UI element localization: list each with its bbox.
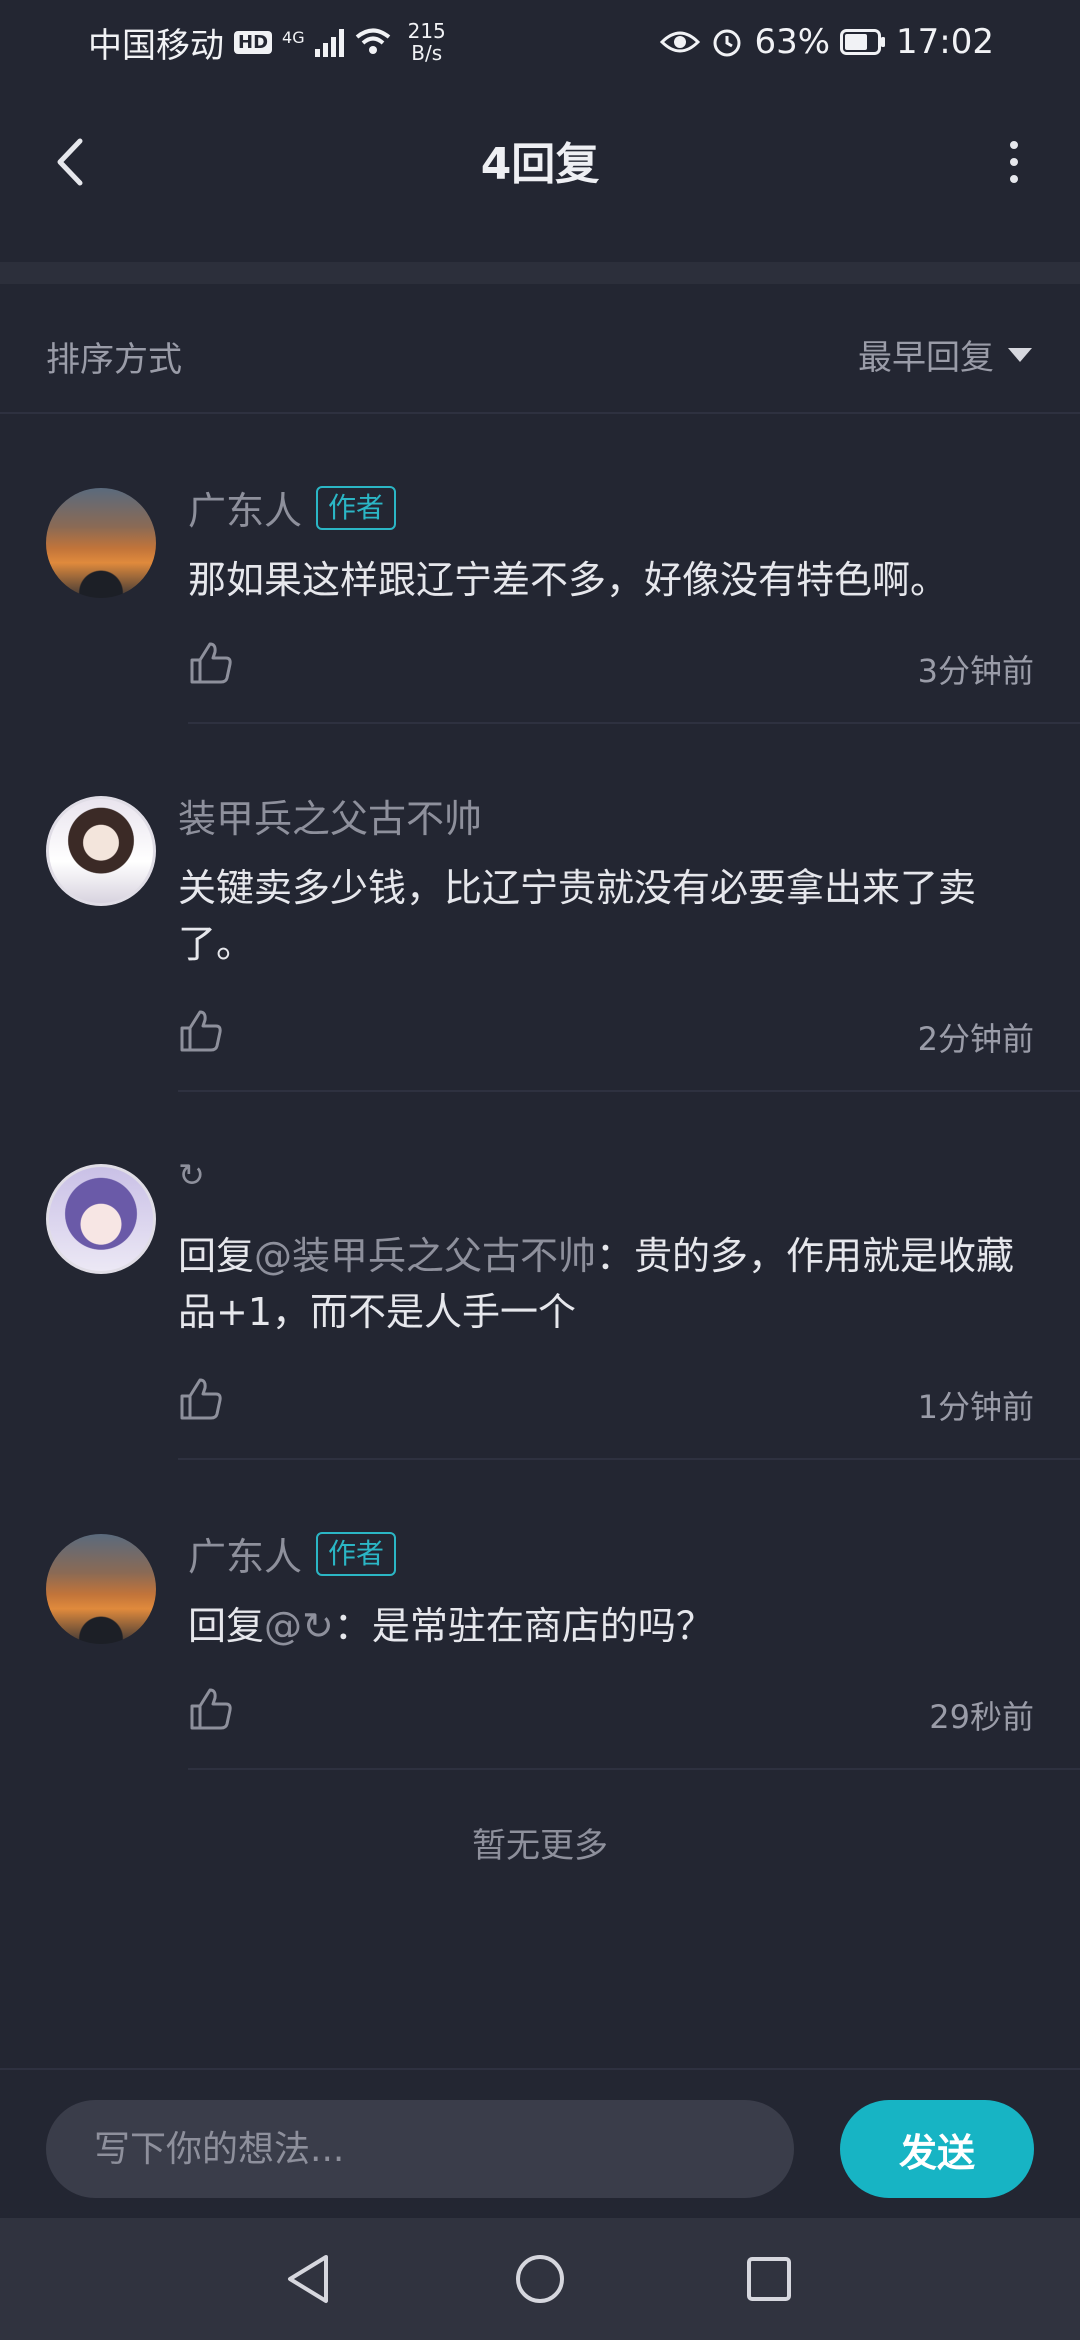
dot: [1010, 175, 1018, 183]
comment-time: 2分钟前: [917, 1020, 1034, 1058]
comment-composer: 发送: [0, 2068, 1080, 2216]
status-bar: 中国移动 HD 4G 215 B/s 63% 17:02: [0, 0, 1080, 84]
thumbs-up-icon[interactable]: [176, 1374, 226, 1424]
alarm-icon: [713, 29, 741, 57]
avatar[interactable]: [46, 488, 156, 598]
comment-author: 广东人 作者: [188, 1526, 397, 1581]
reply-mention[interactable]: @装甲兵之父古不帅: [254, 1234, 596, 1278]
username[interactable]: ↻: [178, 1156, 205, 1194]
comment-author: ↻: [178, 1156, 205, 1194]
comment-item: 广东人 作者 那如果这样跟辽宁差不多，好像没有特色啊。 3分钟前: [0, 470, 1080, 730]
author-badge: 作者: [316, 485, 397, 530]
comment-time: 29秒前: [929, 1698, 1034, 1736]
wifi-icon: [355, 28, 390, 54]
comment-text: 回复@装甲兵之父古不帅：贵的多，作用就是收藏品+1，而不是人手一个: [178, 1228, 1040, 1340]
dot: [1010, 158, 1018, 166]
net-speed-unit: B/s: [411, 41, 443, 65]
sort-label: 排序方式: [46, 340, 182, 380]
sort-selected-value: 最早回复: [858, 338, 994, 378]
reply-mention[interactable]: @↻: [264, 1604, 334, 1648]
reply-text: ：是常驻在商店的吗？: [333, 1604, 714, 1648]
author-badge: 作者: [316, 1531, 397, 1576]
net-speed: 215 B/s: [408, 20, 446, 64]
more-options-button[interactable]: [984, 132, 1044, 192]
reply-prefix: 回复: [178, 1234, 255, 1278]
sort-bar: 排序方式 最早回复: [0, 284, 1080, 414]
comment-text: 回复@↻：是常驻在商店的吗？: [188, 1598, 1040, 1654]
triangle-back-icon: [288, 2255, 328, 2303]
dot: [1010, 141, 1018, 149]
status-left: 中国移动 HD 4G 215 B/s: [88, 18, 446, 67]
nav-back-button[interactable]: [276, 2246, 342, 2312]
thumbs-up-icon[interactable]: [186, 1684, 236, 1734]
carrier-name: 中国移动: [88, 25, 224, 66]
section-divider: [0, 262, 1080, 284]
sort-dropdown[interactable]: 最早回复: [858, 330, 1032, 379]
signal-icon: [314, 27, 344, 57]
system-nav-bar: [0, 2218, 1080, 2340]
top-app-bar: 4回复: [0, 84, 1080, 244]
caret-down-icon: [1008, 347, 1032, 362]
status-right: 63% 17:02: [660, 22, 994, 62]
comment-text: 关键卖多少钱，比辽宁贵就没有必要拿出来了卖了。: [178, 866, 977, 966]
net-speed-value: 215: [407, 19, 446, 43]
hd-badge: HD: [234, 30, 273, 54]
battery-icon: [840, 29, 886, 55]
comment-author: 装甲兵之父古不帅: [178, 788, 482, 843]
avatar[interactable]: [46, 1164, 156, 1274]
eye-icon: [660, 31, 701, 53]
comment-item: ↻ 回复@装甲兵之父古不帅：贵的多，作用就是收藏品+1，而不是人手一个 1分钟前: [0, 1146, 1080, 1466]
avatar[interactable]: [46, 796, 156, 906]
square-recents-icon: [747, 2257, 791, 2301]
reply-prefix: 回复: [188, 1604, 265, 1648]
thumbs-up-icon[interactable]: [176, 1006, 226, 1056]
comment-text: 那如果这样跟辽宁差不多，好像没有特色啊。: [188, 558, 949, 602]
username[interactable]: 广东人: [188, 1526, 302, 1581]
comment-item: 装甲兵之父古不帅 关键卖多少钱，比辽宁贵就没有必要拿出来了卖了。 2分钟前: [0, 778, 1080, 1098]
username[interactable]: 装甲兵之父古不帅: [178, 788, 482, 843]
comment-author: 广东人 作者: [188, 480, 397, 535]
divider: [178, 1090, 1080, 1092]
comment-input[interactable]: [46, 2100, 794, 2198]
divider: [188, 722, 1080, 724]
page-title: 4回复: [480, 139, 600, 190]
divider: [188, 1768, 1080, 1770]
comment-time: 1分钟前: [917, 1388, 1034, 1426]
username[interactable]: 广东人: [188, 480, 302, 535]
battery-percent: 63%: [754, 22, 831, 62]
clock: 17:02: [896, 22, 994, 62]
avatar[interactable]: [46, 1534, 156, 1644]
thumbs-up-icon[interactable]: [186, 638, 236, 688]
nav-home-button[interactable]: [507, 2246, 573, 2312]
no-more-text: 暂无更多: [472, 1826, 608, 1866]
network-type: 4G: [282, 27, 305, 47]
comment-time: 3分钟前: [917, 652, 1034, 690]
divider: [178, 1458, 1080, 1460]
circle-home-icon: [516, 2255, 564, 2303]
nav-recents-button[interactable]: [736, 2246, 802, 2312]
comment-item: 广东人 作者 回复@↻：是常驻在商店的吗？ 29秒前: [0, 1516, 1080, 1776]
send-button[interactable]: 发送: [840, 2100, 1034, 2198]
